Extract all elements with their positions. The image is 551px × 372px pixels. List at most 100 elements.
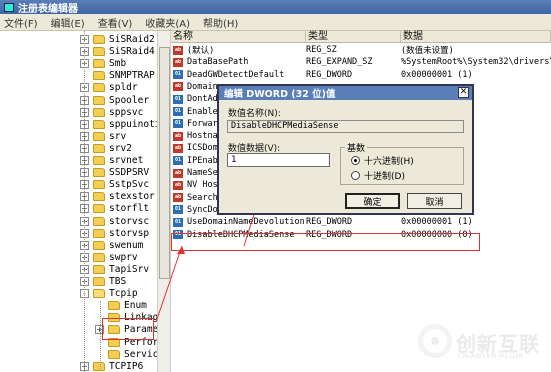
tree-item[interactable]: + storvsp: [80, 227, 149, 240]
value-data-cell: %SystemRoot%\System32\drivers\etc: [401, 57, 551, 68]
tree-item-label: storvsc: [109, 215, 150, 227]
tree-item[interactable]: + sppsvc: [80, 106, 143, 119]
tree-item-label: SiSRaid4: [109, 46, 155, 58]
value-type-cell: REG_EXPAND_SZ: [306, 57, 373, 68]
value-type-cell: REG_SZ: [306, 45, 337, 55]
tree-item-label: sppuinotif: [109, 118, 157, 130]
tree-item[interactable]: Enum: [95, 299, 147, 312]
folder-icon: [93, 228, 105, 238]
tree-item[interactable]: + srv: [80, 130, 126, 143]
folder-icon: [93, 156, 105, 165]
string-value-icon: ab: [173, 180, 183, 190]
menu-file[interactable]: 文件(F): [4, 15, 38, 30]
tree-item[interactable]: + storflt: [80, 202, 149, 215]
dword-value-icon: 01: [173, 94, 183, 104]
folder-icon: [93, 95, 105, 105]
tree-item[interactable]: + TCPIP6: [80, 360, 143, 372]
tree-scrollbar[interactable]: [157, 31, 171, 372]
tree-item[interactable]: + TBS: [80, 275, 126, 288]
tree-item-label: SSDPSRV: [109, 167, 150, 179]
folder-icon: [93, 204, 105, 214]
tree-item[interactable]: ServiceProvider: [95, 348, 157, 361]
tree-item[interactable]: + SSDPSRV: [80, 166, 149, 179]
tree-item-label: sppsvc: [109, 106, 144, 118]
menu-help[interactable]: 帮助(H): [203, 15, 238, 30]
value-row[interactable]: 01 DeadGWDetectDefault REG_DWORD 0x00000001…: [171, 69, 551, 81]
watermark-subtext: CHUANG XIN HU LIAN: [458, 353, 524, 360]
folder-icon: [93, 264, 105, 274]
value-row[interactable]: ab (默认) REG_SZ (数值未设置): [171, 44, 551, 56]
tree-item[interactable]: - Tcpip: [80, 287, 138, 300]
tree-item[interactable]: SNMPTRAP: [80, 69, 155, 82]
tree-item[interactable]: + SstpSvc: [80, 178, 149, 191]
folder-icon: [93, 277, 105, 286]
tree-item-label: SiSRaid2: [109, 34, 155, 45]
column-data-header[interactable]: 数据: [401, 31, 551, 43]
folder-icon: [93, 83, 105, 93]
tree-item[interactable]: + Smb: [80, 57, 126, 70]
tree-item-label: swenum: [109, 239, 144, 251]
ok-button[interactable]: 确定: [345, 193, 400, 209]
tree-item[interactable]: + swprv: [80, 251, 138, 264]
tree-scrollbar-thumb[interactable]: [159, 47, 170, 279]
tree-item-label: stexstor: [109, 191, 155, 203]
folder-icon: [93, 143, 105, 153]
value-type-cell: REG_DWORD: [306, 217, 353, 228]
radio-hex[interactable]: 十六进制(H): [351, 154, 414, 167]
radio-hex-indicator[interactable]: [351, 156, 360, 165]
folder-icon: [93, 180, 105, 190]
radio-decimal[interactable]: 十进制(D): [351, 169, 405, 182]
string-value-icon: ab: [173, 143, 183, 153]
column-name-header[interactable]: 名称: [171, 31, 306, 43]
tree-guide-line: [100, 301, 101, 369]
cancel-button[interactable]: 取消: [407, 193, 462, 209]
tree-item[interactable]: + spldr: [80, 81, 138, 94]
value-name: Domain: [187, 81, 218, 92]
string-value-icon: ab: [173, 45, 183, 55]
tree-item[interactable]: + SiSRaid2: [80, 33, 155, 46]
string-value-icon: ab: [173, 57, 183, 67]
folder-icon: [93, 361, 105, 371]
tree-item[interactable]: + stexstor: [80, 190, 155, 203]
value-data-input[interactable]: 1: [227, 153, 330, 167]
dword-value-icon: 01: [173, 156, 183, 166]
watermark-logo-dot: [431, 337, 439, 345]
annotation-value-row-box: [171, 233, 480, 251]
tree-item[interactable]: + SiSRaid4: [80, 45, 155, 58]
dialog-title: 编辑 DWORD (32 位)值: [224, 89, 336, 100]
close-icon[interactable]: ✕: [458, 87, 469, 98]
tree-item[interactable]: + srvnet: [80, 154, 143, 167]
tree-item-label: srv: [109, 130, 127, 142]
tree-item-label: ServiceProvider: [124, 348, 157, 360]
tree-item-label: TBS: [109, 276, 127, 287]
tree-item[interactable]: + swenum: [80, 239, 143, 252]
tree-item[interactable]: + Spooler: [80, 94, 149, 107]
value-row[interactable]: 01 UseDomainNameDevolution REG_DWORD 0x0000…: [171, 216, 551, 228]
tree-item-label: spldr: [109, 82, 138, 94]
menu-favorites[interactable]: 收藏夹(A): [145, 15, 190, 30]
tree-item-label: srv2: [109, 142, 132, 154]
menu-edit[interactable]: 编辑(E): [51, 15, 85, 30]
regedit-icon: [4, 2, 14, 12]
value-name-cell: ab (默认): [171, 44, 306, 56]
menu-bar: 文件(F) 编辑(E) 查看(V) 收藏夹(A) 帮助(H): [0, 14, 551, 31]
folder-icon: [93, 252, 105, 262]
column-type-header[interactable]: 类型: [306, 31, 401, 43]
folder-icon: [93, 289, 105, 299]
folder-icon: [93, 119, 105, 129]
radio-decimal-indicator[interactable]: [351, 171, 360, 180]
tree-item[interactable]: + TapiSrv: [80, 263, 149, 276]
folder-icon: [93, 131, 105, 141]
tree-item[interactable]: + storvsc: [80, 215, 149, 228]
value-name-field: DisableDHCPMediaSense: [227, 120, 464, 133]
folder-icon: [93, 59, 105, 69]
tree-item[interactable]: + srv2: [80, 142, 132, 155]
tree-item[interactable]: +sppuinotif: [80, 118, 157, 131]
tree-item-label: SstpSvc: [109, 179, 150, 191]
list-header: 名称 类型 数据: [171, 31, 551, 43]
menu-view[interactable]: 查看(V): [98, 15, 133, 30]
dword-value-icon: 01: [173, 217, 183, 227]
value-row[interactable]: ab DataBasePath REG_EXPAND_SZ %SystemRoot%\…: [171, 56, 551, 68]
value-name: UseDomainNameDevolution: [187, 217, 305, 228]
tree-item-label: TCPIP6: [109, 360, 144, 372]
